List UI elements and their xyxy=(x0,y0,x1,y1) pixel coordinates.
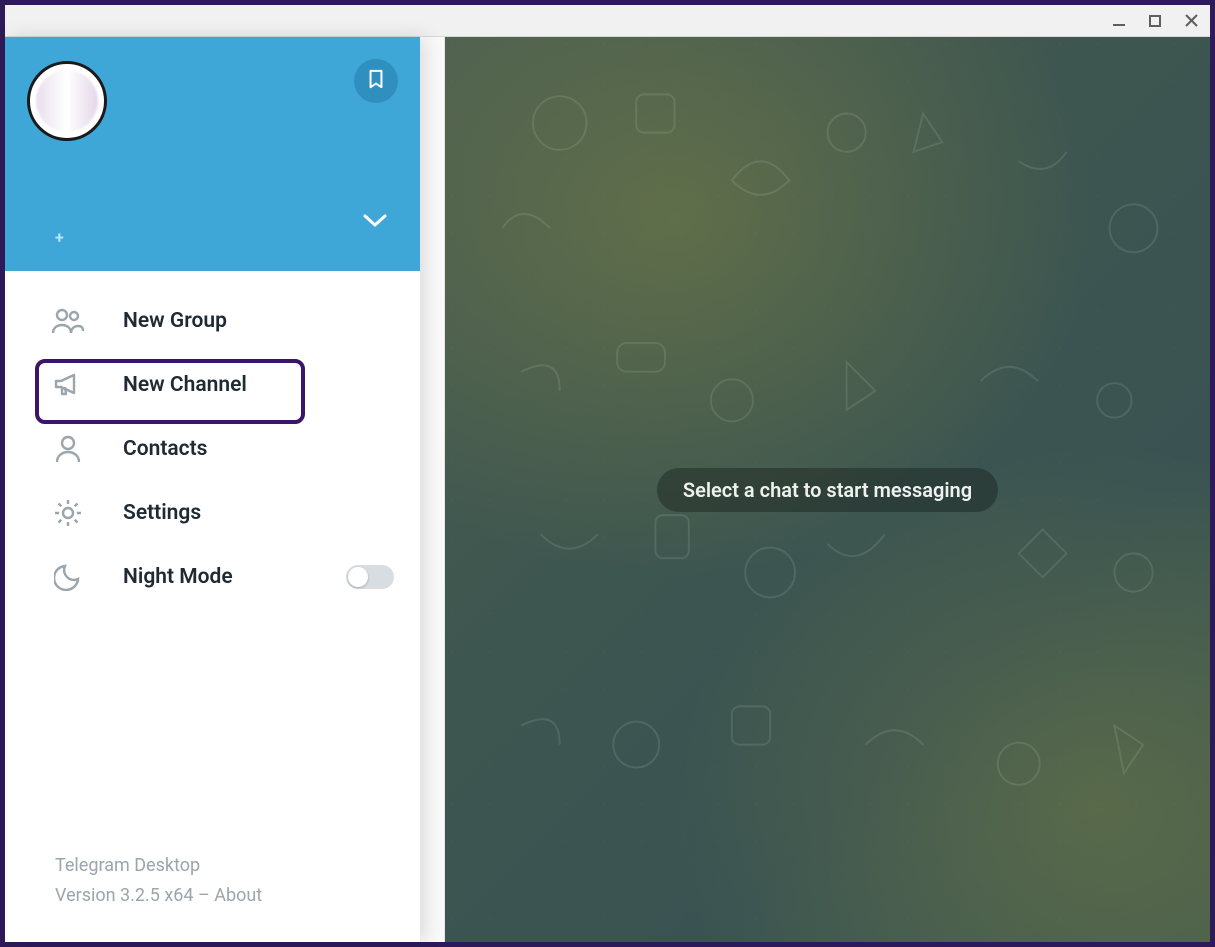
app-name-label: Telegram Desktop xyxy=(55,851,420,882)
avatar[interactable] xyxy=(27,61,107,141)
app-body: + New Group xyxy=(5,37,1210,942)
chat-background: Select a chat to start messaging xyxy=(445,37,1210,942)
toggle-track xyxy=(346,565,394,589)
chevron-down-icon xyxy=(362,212,388,232)
add-account-indicator: + xyxy=(55,228,64,247)
menu-item-new-group[interactable]: New Group xyxy=(5,289,420,353)
bookmark-icon xyxy=(367,69,385,93)
minimize-button[interactable] xyxy=(1112,14,1126,28)
maximize-button[interactable] xyxy=(1148,14,1162,28)
drawer-header: + xyxy=(5,37,420,271)
group-icon xyxy=(51,304,85,338)
app-window: + New Group xyxy=(0,0,1215,947)
menu-item-contacts[interactable]: Contacts xyxy=(5,417,420,481)
megaphone-icon xyxy=(51,368,85,402)
menu-label: New Group xyxy=(123,309,227,333)
saved-messages-button[interactable] xyxy=(354,59,398,103)
account-expand-button[interactable] xyxy=(360,207,390,237)
person-icon xyxy=(51,432,85,466)
toggle-knob xyxy=(348,567,368,587)
night-mode-toggle[interactable] xyxy=(346,565,394,589)
menu-label: New Channel xyxy=(123,373,247,397)
menu-label: Night Mode xyxy=(123,565,233,589)
drawer-menu: New Group New Channel xyxy=(5,271,420,609)
moon-icon xyxy=(51,560,85,594)
menu-item-new-channel[interactable]: New Channel xyxy=(5,353,420,417)
version-label[interactable]: Version 3.2.5 x64 – About xyxy=(55,881,420,912)
gear-icon xyxy=(51,496,85,530)
close-button[interactable] xyxy=(1184,14,1198,28)
menu-item-settings[interactable]: Settings xyxy=(5,481,420,545)
empty-chat-hint: Select a chat to start messaging xyxy=(657,468,998,512)
drawer-footer: Telegram Desktop Version 3.2.5 x64 – Abo… xyxy=(5,851,420,942)
title-bar xyxy=(5,5,1210,37)
menu-item-night-mode[interactable]: Night Mode xyxy=(5,545,420,609)
menu-label: Settings xyxy=(123,501,201,525)
menu-label: Contacts xyxy=(123,437,207,461)
main-menu-drawer: + New Group xyxy=(5,37,420,942)
